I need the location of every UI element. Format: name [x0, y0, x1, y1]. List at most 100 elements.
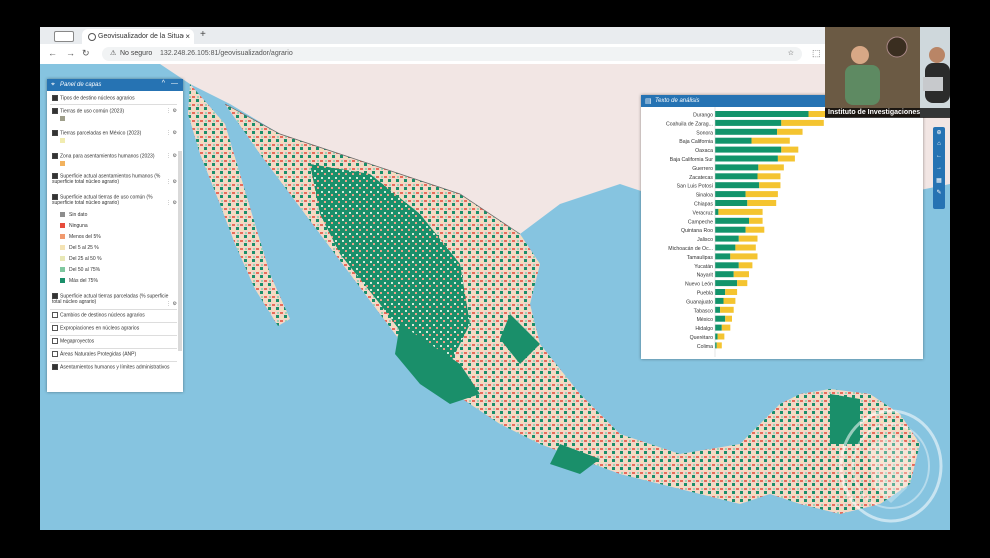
bar-segment-1[interactable] — [738, 262, 753, 269]
bar-segment-0[interactable] — [715, 315, 726, 322]
bar-segment-0[interactable] — [715, 208, 719, 215]
bar-segment-1[interactable] — [720, 306, 734, 313]
bar-segment-1[interactable] — [777, 155, 795, 162]
bar-segment-0[interactable] — [715, 182, 760, 189]
layer-row[interactable]: Tierras parceladas en México (2023) — [52, 130, 141, 136]
bar-segment-0[interactable] — [715, 271, 734, 278]
arrow-left-icon[interactable]: ← — [933, 153, 945, 163]
layer-group-row[interactable]: Megaproyectos — [52, 338, 94, 344]
bar-segment-0[interactable] — [715, 119, 782, 126]
bar-segment-1[interactable] — [749, 217, 763, 224]
layer-group-row[interactable]: Cambios de destinos núcleos agrarios — [52, 312, 145, 318]
browser-tab[interactable]: Geovisualizador de la Situac × — [82, 29, 194, 44]
bar-segment-1[interactable] — [721, 324, 731, 331]
layer-row[interactable]: Superficie actual tierras de uso común (… — [52, 194, 170, 206]
bar-segment-0[interactable] — [715, 306, 721, 313]
bar-segment-1[interactable] — [759, 182, 781, 189]
checkbox-icon[interactable] — [52, 173, 58, 179]
layer-controls[interactable]: ⋮ ⚙ — [166, 153, 177, 159]
checkbox-icon[interactable] — [52, 293, 58, 299]
bar-segment-1[interactable] — [757, 173, 781, 180]
layer-group-row[interactable]: Expropiaciones en núcleos agrarios — [52, 325, 139, 331]
layer-controls[interactable]: ⋮ ⚙ — [166, 301, 177, 307]
bar-segment-0[interactable] — [715, 262, 739, 269]
bookmark-star-icon[interactable]: ☆ — [788, 47, 794, 61]
bar-segment-0[interactable] — [715, 128, 778, 135]
bar-segment-0[interactable] — [715, 200, 748, 206]
home-icon[interactable]: ⌂ — [933, 141, 945, 151]
bar-segment-0[interactable] — [715, 324, 722, 331]
expand-icon[interactable] — [52, 338, 58, 344]
not-secure-icon[interactable]: ⚠ — [110, 47, 116, 61]
bar-segment-1[interactable] — [718, 208, 763, 215]
bar-segment-0[interactable] — [715, 342, 717, 349]
bar-segment-1[interactable] — [735, 244, 756, 251]
bar-segment-0[interactable] — [715, 191, 746, 198]
bar-segment-0[interactable] — [715, 235, 739, 242]
bar-segment-0[interactable] — [715, 111, 809, 117]
extensions-icon[interactable]: ⬚ — [812, 48, 821, 59]
layer-controls[interactable]: ⋮ ⚙ — [166, 200, 177, 206]
checkbox-icon[interactable] — [52, 95, 58, 101]
bar-segment-0[interactable] — [715, 289, 726, 295]
bar-segment-1[interactable] — [730, 253, 758, 260]
expand-icon[interactable] — [52, 312, 58, 318]
bar-segment-0[interactable] — [715, 253, 731, 260]
bar-segment-1[interactable] — [781, 146, 799, 153]
bar-segment-0[interactable] — [715, 244, 736, 251]
bar-segment-0[interactable] — [715, 280, 738, 287]
bar-segment-1[interactable] — [737, 280, 748, 287]
bar-segment-0[interactable] — [715, 173, 758, 180]
bar-segment-0[interactable] — [715, 333, 718, 340]
expand-icon[interactable] — [52, 351, 58, 357]
layer-controls[interactable]: ⋮ ⚙ — [166, 130, 177, 136]
reload-icon[interactable]: ↻ — [82, 48, 90, 59]
bar-segment-1[interactable] — [745, 191, 778, 198]
bar-segment-0[interactable] — [715, 137, 752, 144]
expand-icon[interactable] — [52, 325, 58, 331]
forward-icon[interactable]: → — [66, 48, 75, 58]
bar-segment-1[interactable] — [723, 297, 736, 304]
checkbox-icon[interactable] — [52, 108, 58, 114]
bar-segment-0[interactable] — [715, 164, 759, 171]
layer-group-row[interactable]: Áreas Naturales Protegidas (ANP) — [52, 351, 136, 357]
collapse-up-icon[interactable]: ^ — [162, 80, 165, 87]
grid-icon[interactable]: ▦ — [933, 177, 945, 187]
checkbox-icon[interactable] — [52, 194, 58, 200]
layer-row[interactable]: Superficie actual asentamientos humanos … — [52, 173, 170, 185]
layer-controls[interactable]: ⋮ ⚙ — [166, 108, 177, 114]
bar-segment-0[interactable] — [715, 217, 749, 224]
bar-segment-1[interactable] — [747, 200, 777, 206]
checkbox-icon[interactable] — [52, 153, 58, 159]
url-field[interactable]: ⚠ No seguro 132.248.26.105:81/geovisuali… — [102, 47, 802, 61]
bar-segment-1[interactable] — [738, 235, 758, 242]
panel-scrollbar[interactable] — [178, 151, 182, 351]
layer-group-row[interactable]: Asentamientos humanos y límites administ… — [52, 364, 170, 370]
layer-controls[interactable]: ⋮ ⚙ — [166, 179, 177, 185]
bar-segment-1[interactable] — [716, 342, 722, 349]
bar-segment-0[interactable] — [715, 146, 782, 153]
arrow-right-icon[interactable]: → — [933, 165, 945, 175]
bar-segment-1[interactable] — [717, 333, 725, 340]
bar-segment-1[interactable] — [758, 164, 784, 171]
bar-segment-1[interactable] — [781, 119, 824, 126]
layer-row[interactable]: Superficie actual tierras parceladas (% … — [52, 293, 176, 305]
checkbox-icon[interactable] — [52, 364, 58, 370]
minimize-icon[interactable]: — — [171, 80, 178, 87]
bar-segment-1[interactable] — [777, 128, 803, 135]
zoom-in-icon[interactable]: ⊕ — [933, 129, 945, 139]
bar-segment-0[interactable] — [715, 155, 778, 162]
bar-segment-1[interactable] — [725, 289, 738, 295]
back-icon[interactable]: ← — [48, 48, 57, 58]
edit-icon[interactable]: ✎ — [933, 189, 945, 199]
window-menu-button[interactable] — [54, 31, 74, 42]
tab-close-button[interactable]: × — [185, 29, 190, 44]
bar-segment-1[interactable] — [751, 137, 790, 144]
bar-segment-1[interactable] — [725, 315, 732, 322]
layer-row[interactable]: Tierras de uso común (2023) — [52, 108, 124, 114]
layer-row[interactable]: Tipos de destino núcleos agrarios — [52, 95, 135, 101]
checkbox-icon[interactable] — [52, 130, 58, 136]
bar-segment-1[interactable] — [733, 271, 749, 278]
bar-segment-0[interactable] — [715, 226, 746, 233]
layer-row[interactable]: Zona para asentamientos humanos (2023) — [52, 153, 155, 159]
